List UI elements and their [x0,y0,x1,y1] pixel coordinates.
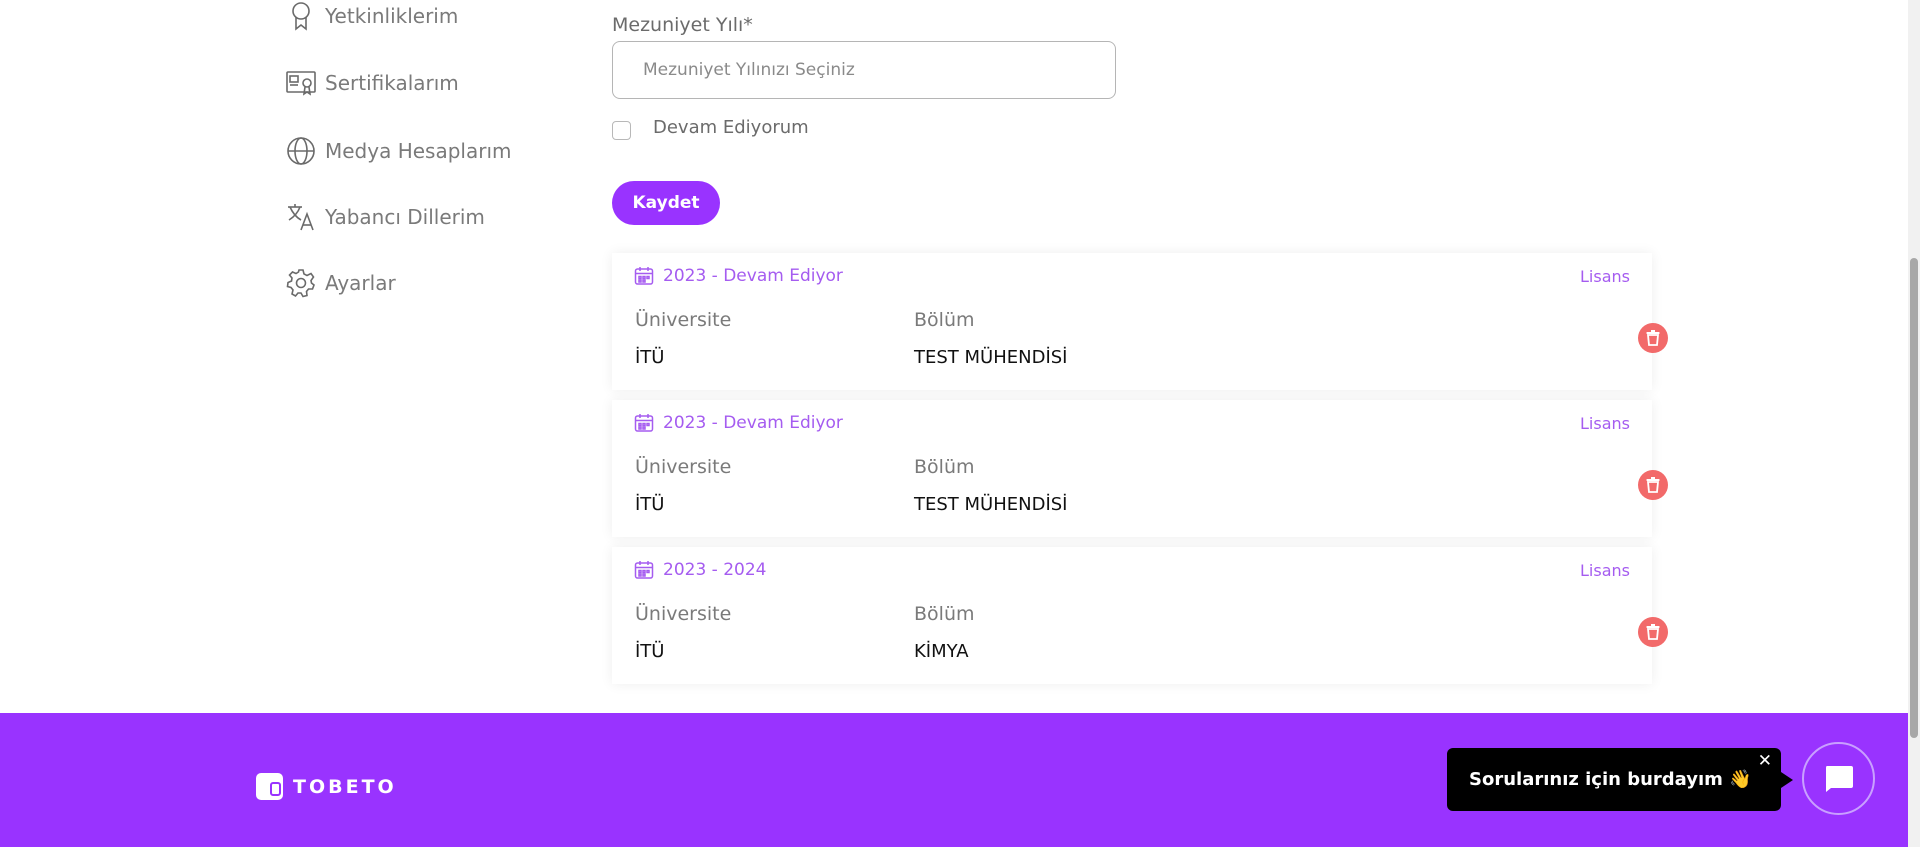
sidebar-item-label: Ayarlar [325,271,396,295]
education-card: 2023 - Devam Ediyor Lisans Üniversite Bö… [612,400,1652,537]
chat-message: Sorularınız için burdayım 👋 [1469,769,1752,790]
chat-tooltip: Sorularınız için burdayım 👋 ✕ [1447,748,1793,811]
sidebar-item-languages[interactable]: Yabancı Dillerim [285,201,485,233]
period-text: 2023 - Devam Ediyor [663,413,843,433]
university-label: Üniversite [635,309,732,331]
department-label: Bölüm [914,456,975,478]
delete-education-button[interactable] [1638,617,1668,647]
sidebar-item-label: Sertifikalarım [325,71,459,95]
continuing-label: Devam Ediyorum [653,117,809,138]
degree-badge: Lisans [1580,267,1630,286]
chat-launcher-button[interactable] [1802,742,1875,815]
trash-icon [1646,477,1660,493]
period-text: 2023 - Devam Ediyor [663,266,843,286]
sidebar-item-settings[interactable]: Ayarlar [285,267,396,299]
period: 2023 - Devam Ediyor [634,266,843,286]
period: 2023 - 2024 [634,560,766,580]
translate-icon [285,201,317,233]
certificate-icon [285,67,317,99]
department-value: TEST MÜHENDİSİ [914,347,1068,368]
delete-education-button[interactable] [1638,323,1668,353]
close-icon[interactable]: ✕ [1758,751,1772,771]
university-value: İTÜ [635,494,665,515]
period-text: 2023 - 2024 [663,560,767,580]
calendar-icon [634,267,654,285]
education-card: 2023 - 2024 Lisans Üniversite Bölüm İTÜ … [612,547,1652,684]
award-icon [285,0,317,32]
calendar-icon [634,414,654,432]
trash-icon [1646,330,1660,346]
department-label: Bölüm [914,603,975,625]
university-label: Üniversite [635,603,732,625]
department-value: TEST MÜHENDİSİ [914,494,1068,515]
tobeto-logo[interactable]: TOBETO [256,773,397,800]
logo-text: TOBETO [293,775,397,798]
globe-icon [285,135,317,167]
university-value: İTÜ [635,641,665,662]
sidebar-item-label: Medya Hesaplarım [325,139,512,163]
scrollbar-thumb[interactable] [1910,258,1918,738]
sidebar-item-media-accounts[interactable]: Medya Hesaplarım [285,135,512,167]
save-button[interactable]: Kaydet [612,181,720,225]
department-value: KİMYA [914,641,969,662]
page-scrollbar[interactable] [1908,0,1920,847]
sidebar-item-label: Yabancı Dillerim [325,205,485,229]
education-card: 2023 - Devam Ediyor Lisans Üniversite Bö… [612,253,1652,390]
continuing-checkbox[interactable] [612,121,631,140]
chat-icon [1825,765,1853,792]
gear-icon [285,267,317,299]
delete-education-button[interactable] [1638,470,1668,500]
sidebar-item-skills[interactable]: Yetkinliklerim [285,0,458,32]
logo-mark-icon [256,773,283,800]
degree-badge: Lisans [1580,414,1630,433]
graduation-year-label: Mezuniyet Yılı* [612,14,753,36]
university-value: İTÜ [635,347,665,368]
trash-icon [1646,624,1660,640]
calendar-icon [634,561,654,579]
sidebar-item-certificates[interactable]: Sertifikalarım [285,67,459,99]
sidebar-item-label: Yetkinliklerim [325,4,459,28]
university-label: Üniversite [635,456,732,478]
department-label: Bölüm [914,309,975,331]
degree-badge: Lisans [1580,561,1630,580]
graduation-year-select[interactable] [612,41,1116,99]
period: 2023 - Devam Ediyor [634,413,843,433]
